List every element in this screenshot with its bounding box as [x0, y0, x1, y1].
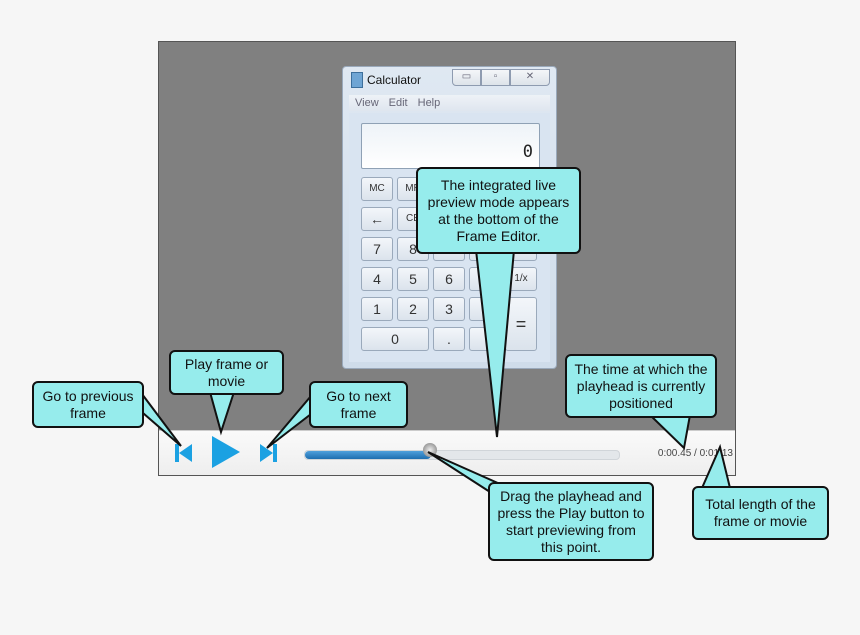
callout-current-time: The time at which the playhead is curren…: [565, 354, 717, 418]
callout-next-frame: Go to next frame: [309, 381, 408, 428]
callout-previous-frame: Go to previous frame: [32, 381, 144, 428]
callout-total-length: Total length of the frame or movie: [692, 486, 829, 540]
pointer-total: [700, 443, 732, 489]
callout-play: Play frame or movie: [169, 350, 284, 395]
callout-drag-playhead: Drag the playhead and press the Play but…: [488, 482, 654, 561]
pointer-preview: [474, 249, 516, 438]
callout-live-preview: The integrated live preview mode appears…: [416, 167, 581, 254]
pointer-time: [647, 414, 692, 451]
pointer-next: [266, 393, 312, 449]
pointer-play: [208, 391, 236, 436]
